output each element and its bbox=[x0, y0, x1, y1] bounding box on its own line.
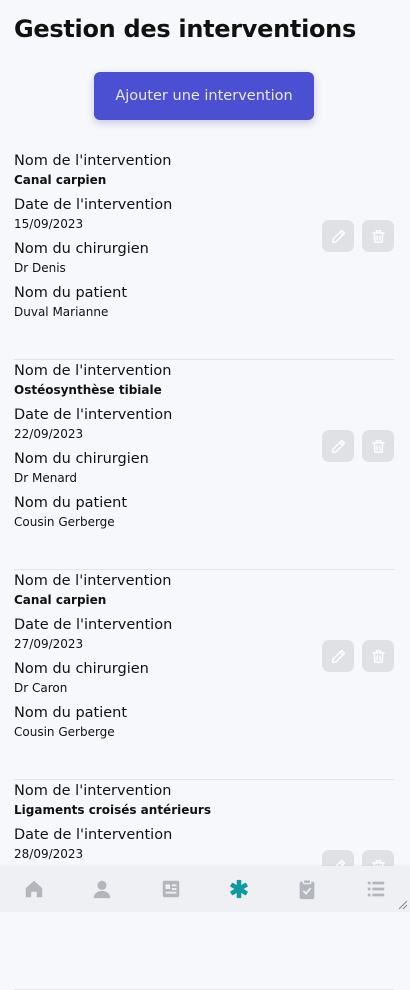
intervention-name: Canal carpien bbox=[14, 593, 107, 607]
field-surgeon: Nom du chirurgien Dr Menard bbox=[14, 448, 172, 492]
intervention-card: Nom de l'intervention Canal carpien Date… bbox=[14, 570, 394, 780]
field-label: Nom du chirurgien bbox=[14, 241, 149, 257]
edit-button[interactable] bbox=[322, 640, 354, 672]
nav-home[interactable] bbox=[14, 869, 54, 909]
bottom-nav bbox=[0, 866, 410, 912]
pencil-icon bbox=[331, 229, 345, 243]
intervention-date: 15/09/2023 bbox=[14, 217, 84, 231]
field-label: Nom de l'intervention bbox=[14, 573, 172, 589]
edit-button[interactable] bbox=[322, 220, 354, 252]
resize-grip-icon[interactable] bbox=[396, 898, 408, 910]
clipboard-icon bbox=[300, 879, 315, 900]
surgeon-name: Dr Menard bbox=[14, 471, 78, 485]
field-patient: Nom du patient Duval Marianne bbox=[14, 282, 172, 326]
field-surgeon: Nom du chirurgien Dr Denis bbox=[14, 238, 172, 282]
patient-name: Cousin Gerberge bbox=[14, 725, 115, 739]
pencil-icon bbox=[331, 649, 345, 663]
field-label: Nom de l'intervention bbox=[14, 153, 172, 169]
field-patient: Nom du patient Cousin Gerberge bbox=[14, 492, 172, 536]
intervention-name: Canal carpien bbox=[14, 173, 107, 187]
trash-icon bbox=[371, 229, 385, 243]
patient-name: Duval Marianne bbox=[14, 305, 109, 319]
list-icon bbox=[367, 881, 385, 897]
nav-clipboard[interactable] bbox=[287, 869, 327, 909]
surgeon-name: Dr Caron bbox=[14, 681, 68, 695]
intervention-date: 28/09/2023 bbox=[14, 847, 84, 861]
add-intervention-button[interactable]: Ajouter une intervention bbox=[94, 72, 314, 120]
field-label: Nom du chirurgien bbox=[14, 451, 149, 467]
trash-icon bbox=[371, 649, 385, 663]
intervention-fields: Nom de l'intervention Ostéosynthèse tibi… bbox=[14, 360, 172, 536]
intervention-card: Nom de l'intervention Ostéosynthèse tibi… bbox=[14, 360, 394, 570]
field-label: Date de l'intervention bbox=[14, 617, 173, 633]
nav-interventions[interactable] bbox=[219, 869, 259, 909]
pencil-icon bbox=[331, 439, 345, 453]
field-date: Date de l'intervention 27/09/2023 bbox=[14, 614, 172, 658]
card-actions bbox=[322, 220, 394, 252]
nav-user[interactable] bbox=[82, 869, 122, 909]
intervention-card: Nom de l'intervention Canal carpien Date… bbox=[14, 150, 394, 360]
nav-id-card[interactable] bbox=[151, 869, 191, 909]
nav-list[interactable] bbox=[356, 869, 396, 909]
delete-button[interactable] bbox=[362, 430, 394, 462]
intervention-date: 27/09/2023 bbox=[14, 637, 84, 651]
id-card-icon bbox=[162, 880, 180, 898]
field-label: Nom de l'intervention bbox=[14, 783, 172, 799]
field-name: Nom de l'intervention Ligaments croisés … bbox=[14, 780, 211, 824]
intervention-fields: Nom de l'intervention Canal carpien Date… bbox=[14, 150, 172, 326]
page-title: Gestion des interventions bbox=[14, 15, 356, 43]
intervention-date: 22/09/2023 bbox=[14, 427, 84, 441]
edit-button[interactable] bbox=[322, 430, 354, 462]
delete-button[interactable] bbox=[362, 220, 394, 252]
field-label: Nom du chirurgien bbox=[14, 661, 149, 677]
home-icon bbox=[25, 880, 43, 898]
intervention-name: Ostéosynthèse tibiale bbox=[14, 383, 162, 397]
intervention-list: Nom de l'intervention Canal carpien Date… bbox=[0, 150, 410, 990]
field-patient: Nom du patient Cousin Gerberge bbox=[14, 702, 172, 746]
field-date: Date de l'intervention 28/09/2023 bbox=[14, 824, 211, 868]
intervention-name: Ligaments croisés antérieurs bbox=[14, 803, 211, 817]
field-label: Nom du patient bbox=[14, 495, 128, 511]
field-date: Date de l'intervention 15/09/2023 bbox=[14, 194, 172, 238]
field-date: Date de l'intervention 22/09/2023 bbox=[14, 404, 172, 448]
delete-button[interactable] bbox=[362, 640, 394, 672]
intervention-fields: Nom de l'intervention Canal carpien Date… bbox=[14, 570, 172, 746]
card-actions bbox=[322, 640, 394, 672]
field-name: Nom de l'intervention Canal carpien bbox=[14, 570, 172, 614]
field-surgeon: Nom du chirurgien Dr Caron bbox=[14, 658, 172, 702]
field-name: Nom de l'intervention Canal carpien bbox=[14, 150, 172, 194]
field-label: Nom de l'intervention bbox=[14, 363, 172, 379]
field-label: Date de l'intervention bbox=[14, 197, 173, 213]
user-icon bbox=[94, 880, 111, 899]
patient-name: Cousin Gerberge bbox=[14, 515, 115, 529]
field-label: Nom du patient bbox=[14, 705, 128, 721]
trash-icon bbox=[371, 439, 385, 453]
medical-asterisk-icon bbox=[230, 879, 248, 899]
surgeon-name: Dr Denis bbox=[14, 261, 66, 275]
field-label: Nom du patient bbox=[14, 285, 128, 301]
field-label: Date de l'intervention bbox=[14, 827, 173, 843]
field-name: Nom de l'intervention Ostéosynthèse tibi… bbox=[14, 360, 172, 404]
field-label: Date de l'intervention bbox=[14, 407, 173, 423]
intervention-fields: Nom de l'intervention Ligaments croisés … bbox=[14, 780, 211, 868]
card-actions bbox=[322, 430, 394, 462]
